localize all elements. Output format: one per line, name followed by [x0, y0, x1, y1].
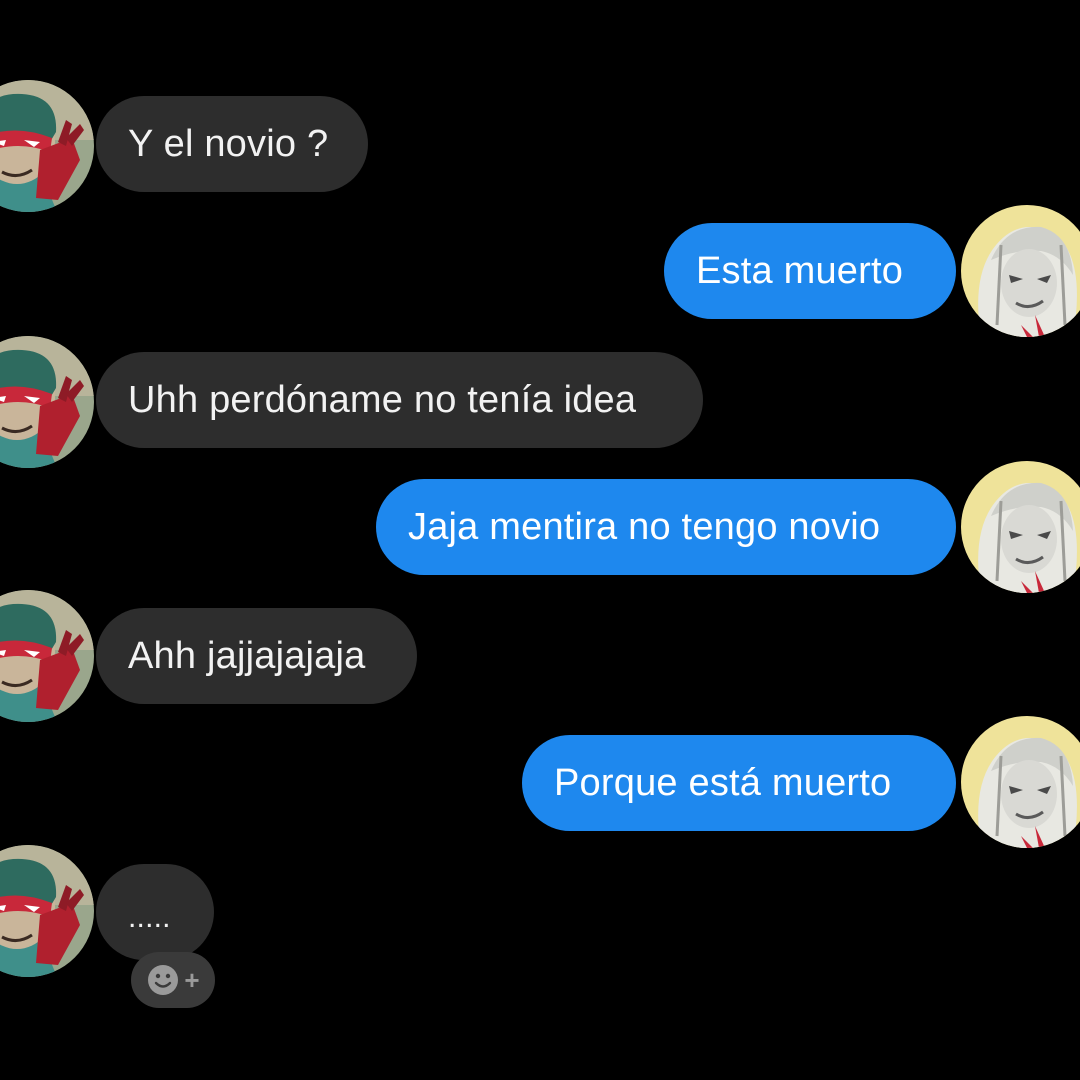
- message-text: Y el novio ?: [128, 122, 329, 165]
- message-text: Porque está muerto: [554, 761, 892, 804]
- message-text: .....: [128, 901, 171, 934]
- incoming-message-bubble[interactable]: Y el novio ?: [96, 96, 368, 192]
- message-text: Uhh perdóname no tenía idea: [128, 378, 637, 421]
- message-text: Ahh jajjajajaja: [128, 634, 366, 677]
- masked-hero-avatar[interactable]: [0, 590, 94, 722]
- smiley-add-icon: [148, 965, 179, 995]
- outgoing-message-bubble[interactable]: Jaja mentira no tengo novio: [376, 479, 956, 575]
- incoming-message-bubble[interactable]: Ahh jajjajajaja: [96, 608, 417, 704]
- message-text: Jaja mentira no tengo novio: [408, 505, 881, 548]
- masked-hero-avatar[interactable]: [0, 336, 94, 468]
- incoming-message-bubble[interactable]: Uhh perdóname no tenía idea: [96, 352, 703, 448]
- message-text: Esta muerto: [696, 249, 904, 292]
- pale-character-avatar[interactable]: [961, 205, 1080, 337]
- masked-hero-avatar[interactable]: [0, 80, 94, 212]
- masked-hero-avatar[interactable]: [0, 845, 94, 977]
- chat-thread: Y el novio ? Esta muerto Uhh perdóname n…: [0, 0, 1080, 1080]
- outgoing-message-bubble[interactable]: Esta muerto: [664, 223, 956, 319]
- pale-character-avatar[interactable]: [961, 461, 1080, 593]
- reaction-plus: +: [184, 965, 200, 995]
- incoming-message-bubble[interactable]: .....: [96, 864, 214, 960]
- pale-character-avatar[interactable]: [961, 716, 1080, 848]
- outgoing-message-bubble[interactable]: Porque está muerto: [522, 735, 956, 831]
- add-reaction-button[interactable]: +: [131, 952, 215, 1008]
